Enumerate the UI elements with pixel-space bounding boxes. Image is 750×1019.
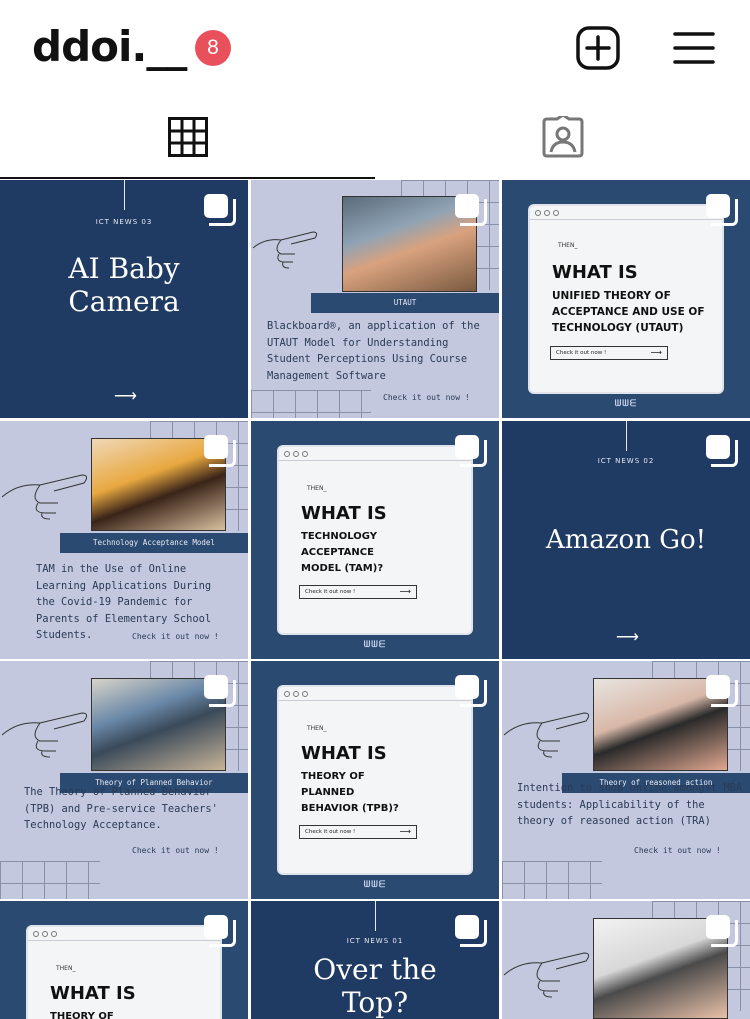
topic-heading: UNIFIED THEORY OF ACCEPTANCE AND USE OF … [552, 290, 705, 334]
arrow-right-icon: ⟶ [114, 388, 137, 405]
what-is-heading: WHAT IS [552, 262, 638, 283]
pointing-hand-icon [1, 712, 88, 758]
then-label: THEN_ [307, 725, 327, 732]
username[interactable]: ddoi.__ [32, 22, 187, 71]
check-it-out-link: Check it out now ! [634, 846, 721, 855]
check-it-out-button: Check it out now ! ⟶ [299, 585, 417, 599]
new-post-button[interactable] [574, 24, 622, 72]
brand-mark: ᗯᗯᗴ [363, 879, 387, 889]
carousel-icon [204, 675, 236, 707]
post-tam-online-learning[interactable]: Technology Acceptance Model TAM in the U… [0, 421, 248, 659]
brand-mark: ᗯᗯᗴ [363, 639, 387, 649]
carousel-icon [455, 675, 487, 707]
topic-label: Technology Acceptance Model [60, 533, 248, 553]
post-what-is-partial[interactable]: THEN_ WHAT IS THEORY OF [0, 901, 248, 1019]
post-description: The Theory of Planned Behavior (TPB) and… [24, 786, 218, 831]
topic-heading: TECHNOLOGY ACCEPTANCE MODEL (TAM)? [301, 531, 384, 574]
plus-square-icon [576, 26, 620, 70]
check-it-out-button: Check it out now ! ⟶ [550, 346, 668, 360]
then-label: THEN_ [307, 485, 327, 492]
what-is-heading: WHAT IS [301, 743, 387, 764]
hamburger-menu-icon [673, 32, 715, 64]
carousel-icon [706, 915, 738, 947]
tab-tagged[interactable] [375, 95, 750, 179]
post-amazon-go[interactable]: ICT NEWS 02 Amazon Go! ⟶ [502, 421, 750, 659]
post-utaut-blackboard[interactable]: UTAUT Blackboard®, an application of the… [251, 180, 499, 418]
menu-button[interactable] [670, 24, 718, 72]
carousel-icon [204, 435, 236, 467]
check-it-out-link: Check it out now ! [132, 632, 219, 641]
post-description: Intention to shop online amongst MBA stu… [517, 782, 743, 827]
tab-grid[interactable] [0, 95, 375, 179]
then-label: THEN_ [56, 965, 76, 972]
active-tab-indicator [0, 177, 375, 179]
topic-heading: THEORY OF PLANNED BEHAVIOR (TPB)? [301, 771, 399, 814]
carousel-icon [204, 194, 236, 226]
carousel-icon [706, 194, 738, 226]
post-laptop-work[interactable] [502, 901, 750, 1019]
profile-tabs [0, 95, 750, 179]
grid-decoration [251, 390, 371, 418]
grid-decoration [502, 861, 602, 899]
post-over-the-top[interactable]: ICT NEWS 01 Over the Top? [251, 901, 499, 1019]
profile-header: ddoi.__ 8 [0, 0, 750, 95]
carousel-icon [204, 915, 236, 947]
notification-badge[interactable]: 8 [195, 30, 231, 66]
post-grid: ICT NEWS 03 AI Baby Camera ⟶ UTAUT Black… [0, 180, 750, 1019]
post-title: Amazon Go! [545, 525, 707, 555]
browser-card [28, 927, 220, 1019]
post-what-is-tpb[interactable]: THEN_ WHAT IS THEORY OF PLANNED BEHAVIOR… [251, 661, 499, 899]
topic-heading: THEORY OF [50, 1011, 114, 1019]
what-is-heading: WHAT IS [50, 983, 136, 1004]
topic-label: UTAUT [311, 293, 499, 313]
tagged-user-icon [542, 116, 583, 158]
check-it-out-button: Check it out now ! ⟶ [299, 825, 417, 839]
divider-line [375, 901, 376, 931]
pointing-hand-icon [1, 474, 88, 520]
divider-line [124, 180, 125, 210]
divider-line [626, 421, 627, 451]
pointing-hand-icon [503, 712, 590, 758]
post-tra-online-shopping[interactable]: Theory of reasoned action Intention to s… [502, 661, 750, 899]
post-title: AI Baby Camera [68, 252, 180, 319]
post-title: Over the Top? [313, 953, 437, 1019]
carousel-icon [455, 915, 487, 947]
grid-icon [167, 117, 208, 157]
check-it-out-link: Check it out now ! [132, 846, 219, 855]
pointing-hand-icon [503, 952, 590, 998]
what-is-heading: WHAT IS [301, 503, 387, 524]
grid-decoration [0, 861, 100, 899]
then-label: THEN_ [558, 242, 578, 249]
carousel-icon [706, 675, 738, 707]
post-what-is-tam[interactable]: THEN_ WHAT IS TECHNOLOGY ACCEPTANCE MODE… [251, 421, 499, 659]
brand-mark: ᗯᗯᗴ [614, 398, 638, 408]
check-it-out-link: Check it out now ! [383, 393, 470, 402]
post-tpb-teachers[interactable]: Theory of Planned Behavior The Theory of… [0, 661, 248, 899]
carousel-icon [706, 435, 738, 467]
post-ai-baby-camera[interactable]: ICT NEWS 03 AI Baby Camera ⟶ [0, 180, 248, 418]
carousel-icon [455, 194, 487, 226]
pointing-hand-icon [252, 231, 318, 269]
post-description: Blackboard®, an application of the UTAUT… [267, 320, 480, 382]
post-what-is-utaut[interactable]: THEN_ WHAT IS UNIFIED THEORY OF ACCEPTAN… [502, 180, 750, 418]
arrow-right-icon: ⟶ [616, 629, 639, 646]
carousel-icon [455, 435, 487, 467]
